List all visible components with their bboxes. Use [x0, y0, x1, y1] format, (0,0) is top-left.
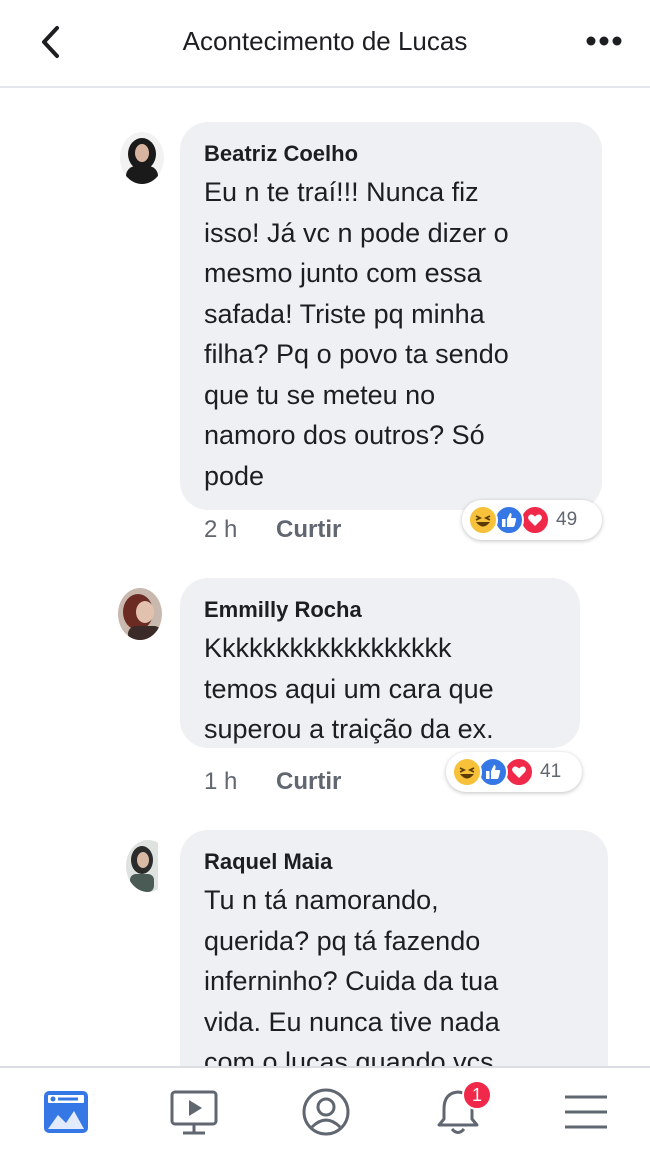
like-button[interactable]: Curtir [276, 768, 341, 796]
bottom-tab-bar: 1 [0, 1066, 650, 1156]
reactions-summary[interactable]: 49 [462, 500, 602, 540]
comment-author[interactable]: Emmilly Rocha [204, 596, 556, 624]
comment-actions: 1 h Curtir [204, 768, 341, 796]
menu-icon [565, 1095, 607, 1129]
comment-author[interactable]: Raquel Maia [204, 848, 584, 876]
love-reaction-icon [504, 757, 534, 787]
comment-text: Tu n tá namorando, querida? pq tá fazend… [204, 885, 500, 1066]
tab-profile[interactable] [296, 1082, 356, 1142]
more-dots-icon [586, 36, 622, 46]
comment-bubble: Raquel Maia Tu n tá namorando, querida? … [180, 830, 608, 1066]
tab-notifications[interactable]: 1 [428, 1080, 492, 1142]
comment-actions: 2 h Curtir [204, 516, 341, 544]
tab-watch[interactable] [164, 1082, 224, 1142]
top-bar: Acontecimento de Lucas [0, 0, 650, 88]
avatar[interactable] [126, 840, 170, 892]
love-reaction-icon [520, 505, 550, 535]
page-title: Acontecimento de Lucas [182, 26, 468, 56]
avatar[interactable] [120, 132, 164, 184]
avatar[interactable] [118, 588, 162, 640]
haha-reaction-icon [452, 757, 482, 787]
reaction-count: 41 [540, 761, 562, 782]
comment-author[interactable]: Beatriz Coelho [204, 140, 578, 168]
watch-icon [170, 1090, 218, 1135]
comment-time: 1 h [204, 768, 238, 795]
like-reaction-icon [494, 505, 524, 535]
news-feed-icon [44, 1091, 88, 1133]
more-options-button[interactable] [582, 26, 626, 56]
tab-menu[interactable] [556, 1082, 616, 1142]
comment-text: Eu n te traí!!! Nunca fiz isso! Já vc n … [204, 177, 509, 491]
comment-bubble: Emmilly Rocha Kkkkkkkkkkkkkkkkkk temos a… [180, 578, 580, 748]
like-button[interactable]: Curtir [276, 516, 341, 544]
comment-text: Kkkkkkkkkkkkkkkkkk temos aqui um cara qu… [204, 633, 494, 744]
reaction-count: 49 [556, 509, 578, 530]
comment-time: 2 h [204, 516, 238, 543]
notification-badge: 1 [462, 1080, 492, 1110]
comment-bubble: Beatriz Coelho Eu n te traí!!! Nunca fiz… [180, 122, 602, 510]
comments-list: Beatriz Coelho Eu n te traí!!! Nunca fiz… [0, 88, 650, 1066]
haha-reaction-icon [468, 505, 498, 535]
reactions-summary[interactable]: 41 [446, 752, 582, 792]
tab-news-feed[interactable] [36, 1082, 96, 1142]
like-reaction-icon [478, 757, 508, 787]
profile-icon [302, 1088, 350, 1136]
